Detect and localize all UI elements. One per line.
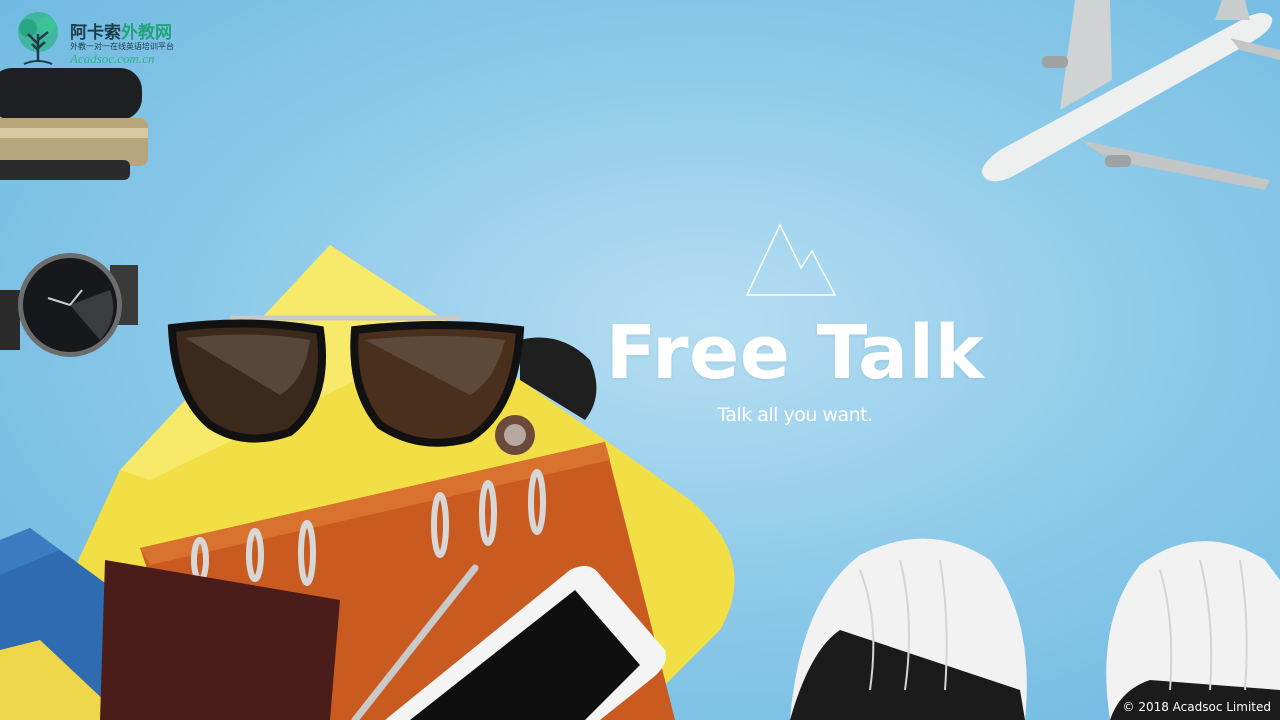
tree-logo-icon	[18, 12, 58, 65]
sneakers-image	[790, 538, 1280, 720]
airplane-image	[982, 0, 1280, 190]
copyright-notice: © 2018 Acadsoc Limited	[1122, 700, 1272, 714]
mountain-icon	[745, 223, 837, 296]
slide-subtitle: Talk all you want.	[717, 404, 873, 426]
headphones-image	[0, 68, 148, 180]
slide-title: Free Talk	[605, 310, 985, 396]
watch-image	[0, 253, 138, 357]
logo-domain: Acadsoc.com.cn	[70, 51, 155, 66]
acadsoc-logo: 阿卡索外教网 外教一对一在线英语培训平台 Acadsoc.com.cn	[14, 10, 184, 68]
logo-brand-name: 阿卡索外教网	[70, 23, 172, 42]
